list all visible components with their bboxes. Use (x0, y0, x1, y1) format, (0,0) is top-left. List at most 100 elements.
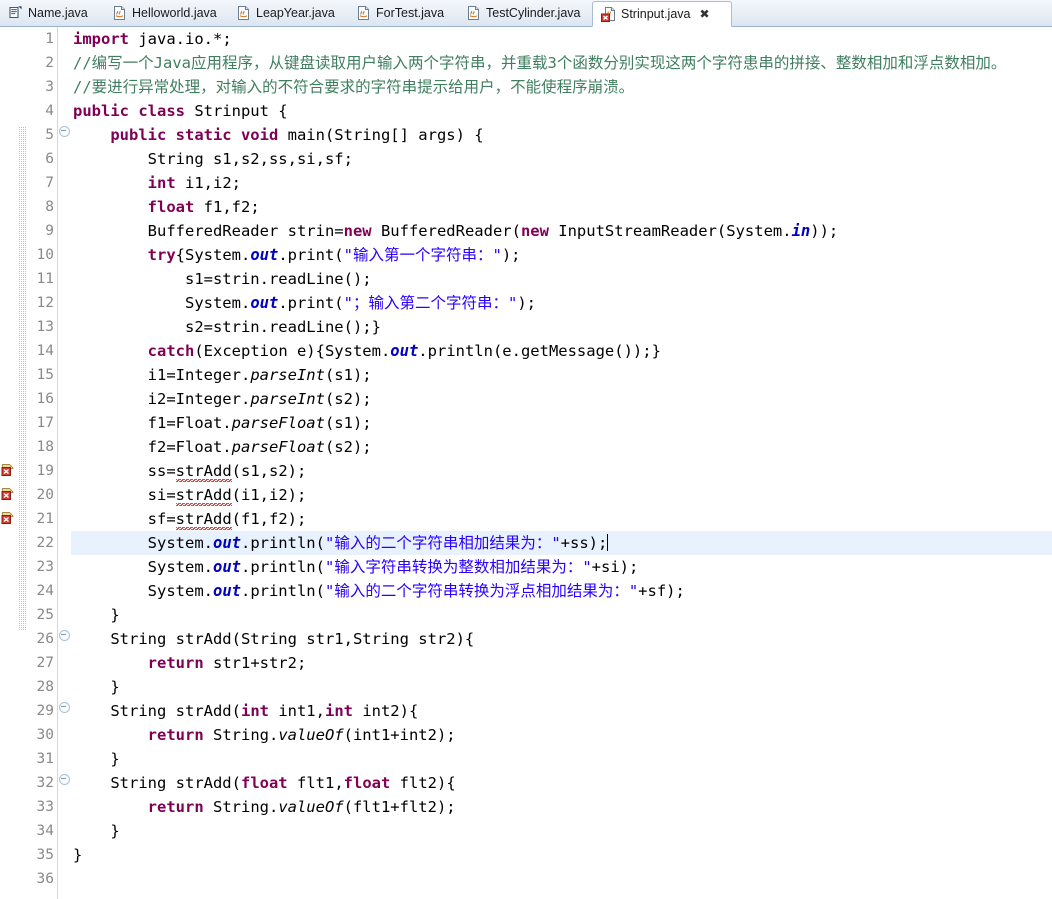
folding-ruler[interactable] (57, 27, 71, 899)
line-number: 28 (36, 679, 54, 695)
line-number: 16 (36, 391, 54, 407)
fold-slot (58, 747, 71, 771)
line-number-ruler: 1 2 3 4 5 6 7 8 9 10 11 12 13 14 15 16 17 18 19 20 21 22 23 24 2… (28, 27, 57, 899)
code-token: "输入第一个字符串：" (343, 246, 502, 264)
fold-toggle[interactable] (58, 123, 71, 147)
fold-toggle[interactable] (58, 771, 71, 795)
code-token: ); (517, 294, 536, 312)
code-line[interactable]: ss=strAdd(s1,s2); (71, 459, 1052, 483)
code-token: System. (73, 534, 213, 552)
code-token: i1=Integer. (73, 366, 251, 384)
editor-tab-helloworld[interactable]: Helloworld.java (104, 0, 228, 26)
code-token: (s1); (324, 366, 372, 384)
code-line[interactable]: public static void main(String[] args) { (71, 123, 1052, 147)
gutter-slot (0, 195, 17, 219)
fold-slot (58, 195, 71, 219)
code-line[interactable]: System.out.println("输入字符串转换为整数相加结果为："+si… (71, 555, 1052, 579)
code-line[interactable]: try{System.out.print("输入第一个字符串："); (71, 243, 1052, 267)
code-line[interactable]: f1=Float.parseFloat(s1); (71, 411, 1052, 435)
code-line[interactable]: s1=strin.readLine(); (71, 267, 1052, 291)
line-number: 6 (45, 151, 54, 167)
fold-slot (58, 339, 71, 363)
code-token: "输入字符串转换为整数相加结果为：" (324, 558, 592, 576)
collapse-icon[interactable] (59, 630, 70, 641)
code-line[interactable]: float f1,f2; (71, 195, 1052, 219)
editor-tab-name[interactable]: Name.java (0, 0, 104, 26)
code-line[interactable]: } (71, 603, 1052, 627)
code-token: return (147, 726, 204, 744)
code-line[interactable]: //编写一个Java应用程序，从键盘读取用户输入两个字符串，并重载3个函数分别实… (71, 51, 1052, 75)
fold-slot (58, 675, 71, 699)
code-token: valueOf (278, 798, 344, 816)
code-token: } (73, 750, 120, 768)
collapse-icon[interactable] (59, 702, 70, 713)
code-line[interactable]: int i1,i2; (71, 171, 1052, 195)
gutter-slot (0, 555, 17, 579)
code-token: .print( (278, 294, 344, 312)
code-token: valueOf (278, 726, 344, 744)
code-line[interactable] (71, 867, 1052, 891)
collapse-icon[interactable] (59, 774, 70, 785)
editor-tab-label: Name.java (28, 5, 88, 20)
code-text-area[interactable]: import java.io.*; //编写一个Java应用程序，从键盘读取用户输… (71, 27, 1052, 899)
editor-tab-leapyear[interactable]: LeapYear.java (228, 0, 348, 26)
code-line[interactable]: BufferedReader strin=new BufferedReader(… (71, 219, 1052, 243)
code-token: +ss); (560, 534, 608, 552)
editor-tab-fortest[interactable]: ForTest.java (348, 0, 458, 26)
fold-slot (58, 843, 71, 867)
gutter-slot (0, 819, 17, 843)
code-line[interactable]: import java.io.*; (71, 27, 1052, 51)
code-token: ); (501, 246, 521, 264)
code-line[interactable]: String s1,s2,ss,si,sf; (71, 147, 1052, 171)
annotation-ruler[interactable] (0, 27, 17, 899)
code-line[interactable]: i2=Integer.parseInt(s2); (71, 387, 1052, 411)
code-line[interactable]: public class Strinput { (71, 99, 1052, 123)
code-line[interactable]: } (71, 675, 1052, 699)
code-token: out (212, 582, 241, 600)
code-token: strAdd (175, 459, 232, 483)
code-line[interactable]: return str1+str2; (71, 651, 1052, 675)
collapse-icon[interactable] (59, 126, 70, 137)
code-line[interactable]: System.out.print("；输入第二个字符串："); (71, 291, 1052, 315)
code-line[interactable]: //要进行异常处理，对输入的不符合要求的字符串提示给用户，不能使程序崩溃。 (71, 75, 1052, 99)
error-marker[interactable] (0, 483, 17, 507)
code-line[interactable]: String strAdd(float flt1,float flt2){ (71, 771, 1052, 795)
code-line[interactable]: sf=strAdd(f1,f2); (71, 507, 1052, 531)
code-line[interactable]: i1=Integer.parseInt(s1); (71, 363, 1052, 387)
code-token: try (147, 246, 176, 264)
code-line[interactable]: si=strAdd(i1,i2); (71, 483, 1052, 507)
code-line[interactable]: System.out.println("输入的二个字符串转换为浮点相加结果为："… (71, 579, 1052, 603)
editor-tab-testcylinder[interactable]: TestCylinder.java (458, 0, 592, 26)
line-number: 10 (36, 247, 54, 263)
code-line[interactable]: } (71, 843, 1052, 867)
error-marker[interactable] (0, 507, 17, 531)
tab-close-icon[interactable]: ✖ (699, 8, 709, 20)
code-line[interactable]: } (71, 819, 1052, 843)
code-token: System. (73, 558, 213, 576)
code-token: strAdd (175, 483, 232, 507)
code-line[interactable]: s2=strin.readLine();} (71, 315, 1052, 339)
editor-tab-strinput[interactable]: Strinput.java ✖ (592, 1, 732, 27)
fold-toggle[interactable] (58, 627, 71, 651)
code-token: ss= (73, 462, 176, 480)
gutter-slot (0, 219, 17, 243)
error-marker[interactable] (0, 459, 17, 483)
code-line[interactable]: return String.valueOf(flt1+flt2); (71, 795, 1052, 819)
code-line[interactable]: System.out.println("输入的二个字符串相加结果为："+ss); (71, 531, 1052, 555)
fold-slot (58, 99, 71, 123)
code-line[interactable]: catch(Exception e){System.out.println(e.… (71, 339, 1052, 363)
fold-toggle[interactable] (58, 699, 71, 723)
code-editor[interactable]: 1 2 3 4 5 6 7 8 9 10 11 12 13 14 15 16 17 18 19 20 21 22 23 24 2… (0, 27, 1052, 899)
code-line[interactable]: } (71, 747, 1052, 771)
code-line[interactable]: f2=Float.parseFloat(s2); (71, 435, 1052, 459)
code-line[interactable]: String strAdd(int int1,int int2){ (71, 699, 1052, 723)
fold-slot (58, 555, 71, 579)
code-line[interactable]: String strAdd(String str1,String str2){ (71, 627, 1052, 651)
code-line[interactable]: return String.valueOf(int1+int2); (71, 723, 1052, 747)
fold-slot (58, 483, 71, 507)
line-number: 4 (45, 103, 54, 119)
gutter-slot (0, 651, 17, 675)
